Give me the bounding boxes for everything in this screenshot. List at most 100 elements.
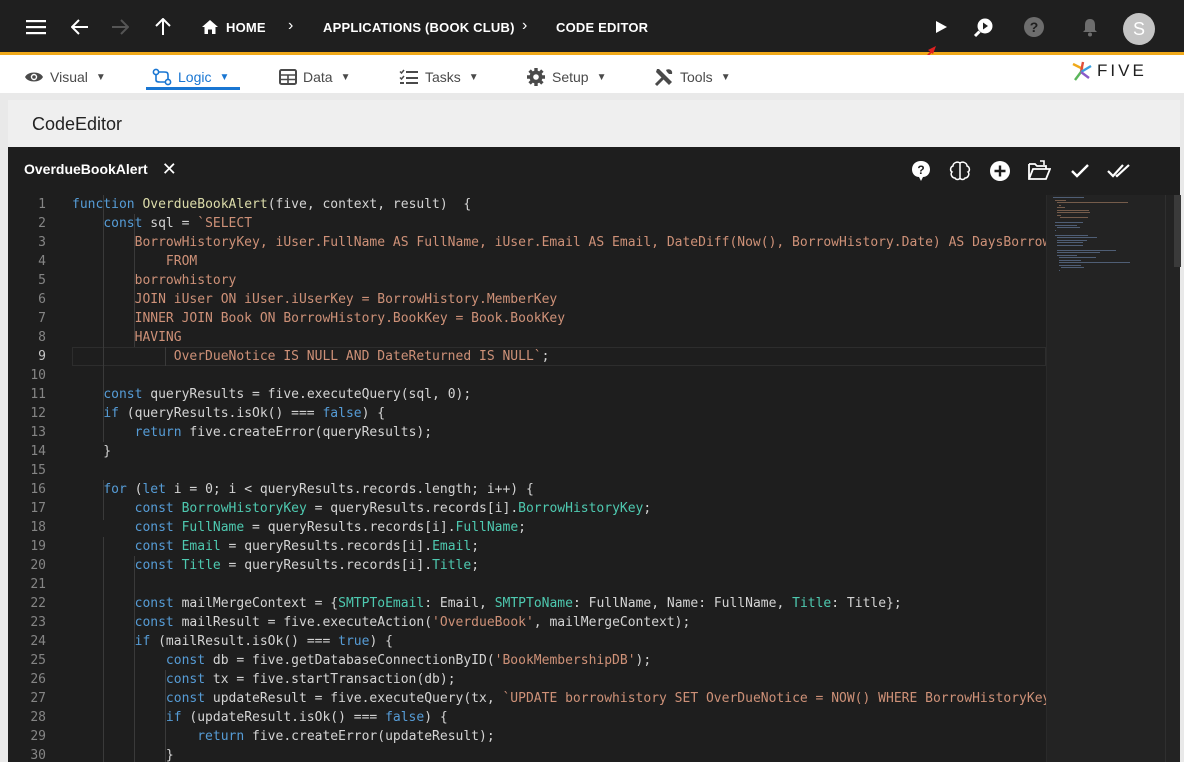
minimap[interactable] (1046, 195, 1181, 762)
line-number: 18 (30, 520, 46, 535)
logic-icon (152, 68, 172, 86)
open-folder-icon[interactable] (1026, 158, 1052, 184)
breadcrumb-applications[interactable]: APPLICATIONS (BOOK CLUB) (323, 20, 515, 35)
menu-setup[interactable]: Setup ▼ (526, 63, 607, 91)
code-text: OverDueNotice IS NULL AND DateReturned I… (72, 349, 550, 364)
code-line[interactable]: 22 const mailMergeContext = {SMTPToEmail… (8, 594, 1046, 613)
code-text: const BorrowHistoryKey = queryResults.re… (134, 501, 652, 516)
minimap-line (1055, 229, 1056, 231)
code-line[interactable]: 23 const mailResult = five.executeAction… (8, 613, 1046, 632)
svg-text:?: ? (1030, 19, 1039, 35)
minimap-line (1059, 257, 1097, 258)
code-text: const db = five.getDatabaseConnectionByI… (165, 653, 652, 668)
line-number: 29 (30, 729, 46, 744)
code-line[interactable]: 29 return five.createError(updateResult)… (8, 727, 1046, 746)
code-line[interactable]: 4 FROM (8, 252, 1046, 271)
avatar[interactable]: S (1123, 13, 1155, 45)
caret-down-icon: ▼ (340, 71, 351, 83)
code-line[interactable]: 19 const Email = queryResults.records[i]… (8, 537, 1046, 556)
editor-tab-bar: OverdueBookAlert ✕ ? (8, 147, 1180, 193)
code-text: const mailResult = five.executeAction('O… (134, 615, 691, 630)
scrollbar-thumb[interactable] (1174, 195, 1181, 267)
home-icon[interactable] (196, 13, 224, 41)
line-number: 9 (38, 349, 46, 364)
code-line[interactable]: 18 const FullName = queryResults.records… (8, 518, 1046, 537)
close-icon[interactable]: ✕ (162, 159, 177, 180)
up-arrow-icon[interactable] (149, 13, 177, 41)
code-line[interactable]: 13 return five.createError(queryResults)… (8, 423, 1046, 442)
eye-icon (25, 72, 43, 82)
code-line[interactable]: 14 } (8, 442, 1046, 461)
line-number: 11 (30, 387, 46, 402)
code-line[interactable]: 27 const updateResult = five.executeQuer… (8, 689, 1046, 708)
help-icon[interactable]: ? (908, 158, 934, 184)
code-line[interactable]: 3 BorrowHistoryKey, iUser.FullName AS Fu… (8, 233, 1046, 252)
minimap-line (1057, 242, 1084, 243)
code-text: if (updateResult.isOk() === false) { (165, 710, 448, 725)
menu-icon[interactable] (22, 13, 50, 41)
content-gutter (0, 93, 1184, 100)
code-text: BorrowHistoryKey, iUser.FullName AS Full… (72, 235, 1046, 250)
line-number: 2 (38, 216, 46, 231)
breadcrumb-code-editor[interactable]: CODE EDITOR (556, 20, 648, 35)
code-line[interactable]: 24 if (mailResult.isOk() === true) { (8, 632, 1046, 651)
code-line[interactable]: 26 const tx = five.startTransaction(db); (8, 670, 1046, 689)
play-icon[interactable] (927, 13, 955, 41)
code-line[interactable]: 21 (8, 575, 1046, 594)
check-icon[interactable] (1067, 158, 1093, 184)
editor-tab[interactable]: OverdueBookAlert ✕ (8, 147, 188, 193)
line-number: 22 (30, 596, 46, 611)
code-line[interactable]: 11 const queryResults = five.executeQuer… (8, 385, 1046, 404)
back-arrow-icon[interactable] (66, 13, 94, 41)
brain-icon[interactable] (947, 158, 973, 184)
line-number: 28 (30, 710, 46, 725)
menu-visual[interactable]: Visual ▼ (24, 63, 106, 91)
code-line[interactable]: 17 const BorrowHistoryKey = queryResults… (8, 499, 1046, 518)
code-line[interactable]: 7 INNER JOIN Book ON BorrowHistory.BookK… (8, 309, 1046, 328)
code-line[interactable]: 28 if (updateResult.isOk() === false) { (8, 708, 1046, 727)
code-line[interactable]: 1 function OverdueBookAlert(five, context… (8, 195, 1046, 214)
code-line[interactable]: 6 JOIN iUser ON iUser.iUserKey = BorrowH… (8, 290, 1046, 309)
code-line[interactable]: 12 if (queryResults.isOk() === false) { (8, 404, 1046, 423)
code-line[interactable]: 20 const Title = queryResults.records[i]… (8, 556, 1046, 575)
minimap-line (1061, 267, 1084, 268)
line-number: 19 (30, 539, 46, 554)
menu-bar: Visual ▼ Logic ▼ Data ▼ Tasks ▼ Setup ▼ Tools… (0, 55, 1184, 93)
help-icon[interactable]: ? (1020, 13, 1048, 41)
minimap-line (1055, 234, 1088, 236)
code-line[interactable]: 25 const db = five.getDatabaseConnection… (8, 651, 1046, 670)
minimap-line (1057, 237, 1097, 238)
breadcrumb-separator: › (288, 17, 294, 34)
code-line[interactable]: 5 borrowhistory (8, 271, 1046, 290)
code-text: if (mailResult.isOk() === true) { (134, 634, 393, 649)
forward-arrow-icon[interactable] (106, 13, 134, 41)
menu-logic-label: Logic (178, 69, 212, 85)
search-icon[interactable] (970, 13, 998, 41)
code-line[interactable]: 10 (8, 366, 1046, 385)
bell-icon[interactable] (1076, 13, 1104, 41)
code-line[interactable]: 8 HAVING (8, 328, 1046, 347)
menu-tasks[interactable]: Tasks ▼ (399, 63, 479, 91)
minimap-line (1059, 262, 1130, 263)
line-number: 27 (30, 691, 46, 706)
minimap-line (1057, 227, 1080, 228)
code-line[interactable]: 30 } (8, 746, 1046, 762)
add-icon[interactable] (987, 158, 1013, 184)
double-check-icon[interactable] (1106, 158, 1132, 184)
minimap-line (1057, 214, 1061, 216)
minimap-line (1053, 197, 1084, 198)
code-line[interactable]: 16 for (let i = 0; i < queryResults.reco… (8, 480, 1046, 499)
gear-icon (527, 68, 545, 86)
code-text: const updateResult = five.executeQuery(t… (165, 691, 1046, 706)
breadcrumb-home[interactable]: HOME (226, 20, 266, 35)
menu-data[interactable]: Data ▼ (279, 63, 350, 91)
code-area[interactable]: 1 function OverdueBookAlert(five, context… (8, 195, 1046, 762)
code-line[interactable]: 15 (8, 461, 1046, 480)
code-text: for (let i = 0; i < queryResults.records… (103, 482, 534, 497)
code-line[interactable]: 2 const sql = `SELECT (8, 214, 1046, 233)
line-number: 7 (38, 311, 46, 326)
line-number: 15 (30, 463, 46, 478)
code-line[interactable]: 9 OverDueNotice IS NULL AND DateReturned… (8, 347, 1046, 366)
menu-tools[interactable]: Tools ▼ (654, 63, 731, 91)
minimap-line (1057, 252, 1100, 253)
